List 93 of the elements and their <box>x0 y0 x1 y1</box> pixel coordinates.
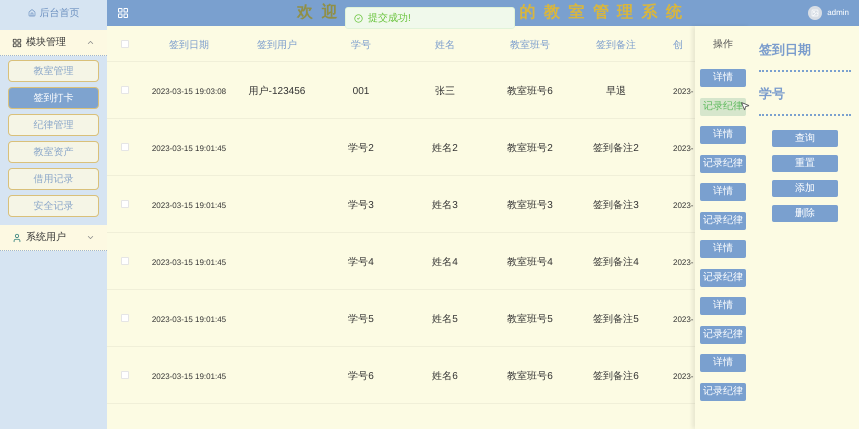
table-cell: 2023- <box>673 372 694 381</box>
sidebar-item[interactable]: 安全记录 <box>8 195 99 217</box>
table-cell: 用户-123456 <box>248 86 306 97</box>
system-title: 的 教 室 管 理 系 统 <box>519 2 684 23</box>
row-action-button[interactable]: 记录纪律 <box>700 382 746 400</box>
table-cell: 教室班号6 <box>507 371 553 382</box>
column-header: 学号 <box>351 40 371 50</box>
search-input-line[interactable] <box>759 114 851 116</box>
search-field-label: 学号 <box>759 85 786 103</box>
sidebar-item[interactable]: 纪律管理 <box>8 114 99 136</box>
search-input-line[interactable] <box>759 70 851 72</box>
search-field-label: 签到日期 <box>759 41 812 59</box>
row-checkbox[interactable] <box>121 200 129 208</box>
table-cell: 张三 <box>435 86 455 97</box>
row-action-button[interactable]: 记录纪律 <box>700 326 746 344</box>
row-checkbox[interactable] <box>121 143 129 151</box>
table-cell: 学号4 <box>348 257 374 268</box>
table-cell: 签到备注3 <box>593 200 639 211</box>
table-cell: 签到备注6 <box>593 371 639 382</box>
table-cell: 姓名2 <box>432 143 458 154</box>
sidebar-item[interactable]: 签到打卡 <box>8 87 99 109</box>
table-cell: 2023- <box>673 258 694 267</box>
table-cell: 签到备注5 <box>593 314 639 325</box>
table-cell: 教室班号6 <box>507 86 553 97</box>
sidebar-item[interactable]: 教室资产 <box>8 141 99 163</box>
table-cell: 姓名3 <box>432 200 458 211</box>
search-panel-button[interactable]: 查询 <box>772 130 838 147</box>
table-cell: 2023-03-15 19:01:45 <box>152 258 226 267</box>
select-all-checkbox[interactable] <box>121 40 129 48</box>
table-cell: 签到备注2 <box>593 143 639 154</box>
row-checkbox[interactable] <box>121 86 129 94</box>
search-panel-button[interactable]: 重置 <box>772 155 838 172</box>
row-action-button[interactable]: 详情 <box>700 126 746 144</box>
row-checkbox[interactable] <box>121 371 129 379</box>
column-header: 签到用户 <box>257 40 297 50</box>
username[interactable]: admin <box>827 7 849 19</box>
row-action-button[interactable]: 记录纪律 <box>700 212 746 230</box>
column-header: 签到备注 <box>596 40 636 50</box>
table-cell: 学号5 <box>348 314 374 325</box>
menu-icon[interactable] <box>117 7 129 19</box>
table-cell: 教室班号2 <box>507 143 553 154</box>
table-cell: 教室班号3 <box>507 200 553 211</box>
table-cell: 教室班号4 <box>507 257 553 268</box>
table-cell: 教室班号5 <box>507 314 553 325</box>
chevron-up-icon <box>86 38 95 47</box>
table-cell: 2023-03-15 19:01:45 <box>152 372 226 381</box>
system-title: 欢 迎 <box>297 2 340 23</box>
table-cell: 早退 <box>606 86 626 97</box>
toast-message: 提交成功! <box>368 12 411 26</box>
table-cell: 2023- <box>673 315 694 324</box>
table-cell: 2023-03-15 19:01:45 <box>152 315 226 324</box>
row-action-button[interactable]: 详情 <box>700 354 746 372</box>
avatar-icon[interactable] <box>808 6 822 20</box>
table-cell: 学号3 <box>348 200 374 211</box>
table-cell: 2023-03-15 19:01:45 <box>152 201 226 210</box>
sidebar-home-item[interactable]: 后台首页 <box>0 0 107 26</box>
row-action-button[interactable]: 详情 <box>700 296 746 314</box>
table-cell: 2023- <box>673 87 694 96</box>
table-cell: 姓名6 <box>432 371 458 382</box>
table-cell: 2023- <box>673 144 694 153</box>
search-panel-button[interactable]: 删除 <box>772 205 838 222</box>
table-cell: 学号2 <box>348 143 374 154</box>
table-cell: 签到备注4 <box>593 257 639 268</box>
sidebar-group[interactable]: 系统用户 <box>0 225 107 251</box>
sidebar-item[interactable]: 借用记录 <box>8 168 99 190</box>
column-header: 教室班号 <box>510 40 550 50</box>
column-header: 签到日期 <box>169 40 209 50</box>
table-cell: 学号6 <box>348 371 374 382</box>
grid-icon <box>12 38 22 48</box>
row-checkbox[interactable] <box>121 314 129 322</box>
row-action-button[interactable]: 详情 <box>700 240 746 258</box>
check-icon <box>354 14 363 22</box>
table-cell: 001 <box>352 86 370 97</box>
row-action-button[interactable]: 详情 <box>700 68 746 86</box>
table-cell: 2023-03-15 19:03:08 <box>152 87 226 96</box>
row-action-button[interactable]: 记录纪律 <box>700 98 746 116</box>
sidebar-item[interactable]: 教室管理 <box>8 60 99 82</box>
column-header: 创 <box>673 40 683 50</box>
table-cell: 姓名4 <box>432 257 458 268</box>
user-icon <box>12 232 22 242</box>
chevron-down-icon <box>86 233 95 242</box>
table-cell: 2023-03-15 19:01:45 <box>152 144 226 153</box>
table-cell: 2023- <box>673 201 694 210</box>
row-action-button[interactable]: 记录纪律 <box>700 154 746 172</box>
row-action-button[interactable]: 记录纪律 <box>700 268 746 286</box>
row-action-button[interactable]: 详情 <box>700 182 746 200</box>
row-checkbox[interactable] <box>121 257 129 265</box>
table-cell: 姓名5 <box>432 314 458 325</box>
home-icon <box>28 9 36 17</box>
search-panel-button[interactable]: 添加 <box>772 180 838 197</box>
column-header: 姓名 <box>435 40 455 50</box>
column-header: 操作 <box>713 38 733 52</box>
sidebar-group[interactable]: 模块管理 <box>0 30 107 56</box>
